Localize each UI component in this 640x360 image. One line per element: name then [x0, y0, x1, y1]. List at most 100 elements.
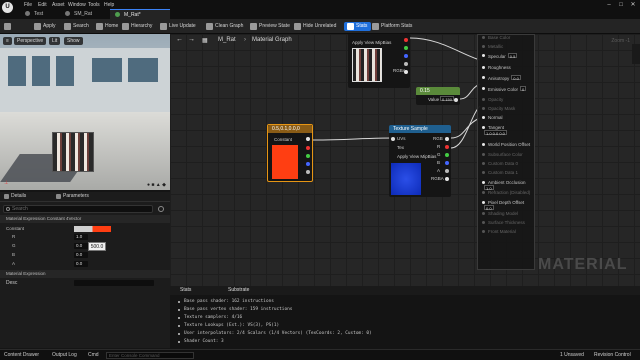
- live-update-button[interactable]: Live Update: [160, 22, 196, 31]
- gear-icon[interactable]: [158, 206, 164, 212]
- main-material-node[interactable]: Base Color Metallic Specular 0.5 Roughnes…: [477, 34, 535, 270]
- platform-stats-button[interactable]: Platform Stats: [372, 22, 412, 31]
- output-pin[interactable]: [404, 46, 408, 50]
- pin-world-position-offset[interactable]: World Position Offset: [482, 142, 530, 147]
- output-pin[interactable]: [454, 98, 458, 102]
- scalar-node[interactable]: 0.15 Value 0.150: [416, 87, 460, 105]
- menu-asset[interactable]: Asset: [52, 2, 65, 8]
- channel-b-field[interactable]: 0.0: [74, 252, 88, 258]
- details-search-input[interactable]: Search: [3, 205, 153, 213]
- output-pin[interactable]: [404, 70, 408, 74]
- revision-control-button[interactable]: Revision Control: [594, 352, 631, 358]
- home-button[interactable]: Home: [96, 22, 118, 31]
- apply-icon: [34, 23, 41, 30]
- pin-emissive-color[interactable]: Emissive Color 0: [482, 86, 527, 92]
- menu-window[interactable]: Window: [68, 2, 86, 8]
- scalar-value-field[interactable]: 0.150: [440, 96, 455, 102]
- viewport-shape-icons[interactable]: ● ■ ▲ ◆: [147, 182, 166, 188]
- tab-parameters[interactable]: Parameters: [56, 193, 89, 199]
- menu-file[interactable]: File: [24, 2, 32, 8]
- save-button[interactable]: [4, 22, 13, 31]
- section-header-expression[interactable]: Material Expression: [0, 270, 170, 278]
- pin-pixel-depth-offset[interactable]: Pixel Depth Offset0.0: [482, 200, 534, 211]
- output-pin[interactable]: [306, 154, 310, 158]
- output-pin[interactable]: [306, 162, 310, 166]
- tab-substrate[interactable]: Substrate: [228, 287, 249, 293]
- preview-state-button[interactable]: Preview State: [250, 22, 290, 31]
- output-pin[interactable]: [445, 153, 449, 157]
- palette-toggle[interactable]: [632, 44, 640, 64]
- output-pin[interactable]: [306, 146, 310, 150]
- toolbar: Apply Search Home Hierarchy Live Update …: [0, 19, 640, 34]
- channel-a-row: A: [12, 261, 16, 266]
- tab-stats[interactable]: Stats: [180, 287, 191, 293]
- output-pin[interactable]: [404, 38, 408, 42]
- show-button[interactable]: Show: [64, 37, 83, 45]
- b-label: B: [437, 160, 441, 165]
- tab-m-rat[interactable]: M_Rat*: [110, 9, 170, 19]
- tab-details[interactable]: Details: [4, 193, 26, 199]
- perspective-button[interactable]: Perspective: [14, 37, 47, 45]
- menu-help[interactable]: Help: [104, 2, 114, 8]
- texture-thumbnail: [352, 48, 382, 82]
- channel-g-field[interactable]: 0.0: [74, 243, 88, 249]
- r-label: R: [437, 144, 441, 149]
- search-button[interactable]: Search: [64, 22, 89, 31]
- stats-button[interactable]: Stats: [344, 22, 372, 31]
- menu-tools[interactable]: Tools: [88, 2, 100, 8]
- output-pin[interactable]: [404, 62, 408, 66]
- pin-roughness[interactable]: Roughness: [482, 65, 511, 70]
- tab-test[interactable]: Test: [20, 9, 49, 19]
- hide-unrelated-button[interactable]: Hide Unrelated: [294, 22, 336, 31]
- texture-sample-node[interactable]: Texture Sample UVs Tex Apply View MipBia…: [389, 125, 451, 197]
- desc-field[interactable]: [74, 280, 154, 286]
- scalar-node-title: 0.15: [416, 87, 460, 95]
- pin-specular[interactable]: Specular 0.5: [482, 53, 518, 59]
- uvs-label: UVs: [397, 136, 406, 141]
- viewport-menu-button[interactable]: ≡: [3, 37, 12, 45]
- unsaved-indicator[interactable]: 1 Unsaved: [560, 352, 584, 358]
- parameters-icon: [56, 194, 61, 199]
- minimize-icon[interactable]: –: [604, 1, 614, 9]
- output-pin[interactable]: [445, 169, 449, 173]
- output-pin[interactable]: [445, 161, 449, 165]
- lit-button[interactable]: Lit: [49, 37, 61, 45]
- pin-tangent[interactable]: Tangent 1.0 0.0 0.0: [482, 125, 507, 136]
- menu-edit[interactable]: Edit: [38, 2, 47, 8]
- output-pin[interactable]: [404, 54, 408, 58]
- close-icon[interactable]: ✕: [628, 1, 638, 9]
- maximize-icon[interactable]: □: [616, 1, 626, 9]
- cmd-dropdown[interactable]: Cmd: [88, 352, 99, 358]
- channel-r-field[interactable]: 1.0: [74, 234, 88, 240]
- output-pin[interactable]: [306, 137, 310, 141]
- engine-logo-icon[interactable]: U: [2, 2, 13, 13]
- texture-sample-node-top[interactable]: Apply View MipBias RGBA: [348, 34, 410, 88]
- constant-4vector-node[interactable]: 0.5,0.1,0.0,0 Constant: [267, 124, 313, 182]
- preview-viewport[interactable]: ≡ Perspective Lit Show ⊥ ● ■ ▲ ◆: [0, 34, 170, 190]
- tab-sm-rat[interactable]: SM_Rat: [60, 9, 98, 19]
- channel-b-row: B: [12, 252, 16, 257]
- stats-icon: [347, 23, 354, 30]
- channel-r-row: R: [12, 234, 16, 239]
- output-pin[interactable]: [445, 145, 449, 149]
- output-pin[interactable]: [445, 137, 449, 141]
- pin-normal[interactable]: Normal: [482, 115, 503, 120]
- apply-mip-label: Apply View MipBias: [397, 154, 437, 159]
- apply-button[interactable]: Apply: [34, 22, 56, 31]
- pin-anisotropy[interactable]: Anisotropy 0.0: [482, 75, 521, 81]
- constant-color-swatch[interactable]: [74, 225, 111, 232]
- output-log-button[interactable]: Output Log: [52, 352, 77, 358]
- content-drawer-button[interactable]: Content Drawer: [4, 352, 39, 358]
- material-graph[interactable]: ← → ▦ M_Rat › Material Graph Zoom -1 App…: [170, 34, 640, 286]
- stat-line: User interpolators: 2/4 Scalars (1/4 Vec…: [184, 331, 372, 336]
- channel-a-field[interactable]: 0.0: [74, 261, 88, 267]
- clean-graph-button[interactable]: Clean Graph: [206, 22, 243, 31]
- constant-preview-swatch: [272, 145, 298, 179]
- hierarchy-button[interactable]: Hierarchy: [122, 22, 152, 31]
- uvs-input-pin[interactable]: [391, 137, 395, 141]
- output-pin[interactable]: [306, 170, 310, 174]
- graph-watermark: MATERIAL: [538, 256, 628, 273]
- section-header[interactable]: Material Expression Constant 4Vector: [0, 215, 170, 223]
- output-pin[interactable]: [445, 177, 449, 181]
- console-command-input[interactable]: Enter Console Command: [106, 352, 194, 359]
